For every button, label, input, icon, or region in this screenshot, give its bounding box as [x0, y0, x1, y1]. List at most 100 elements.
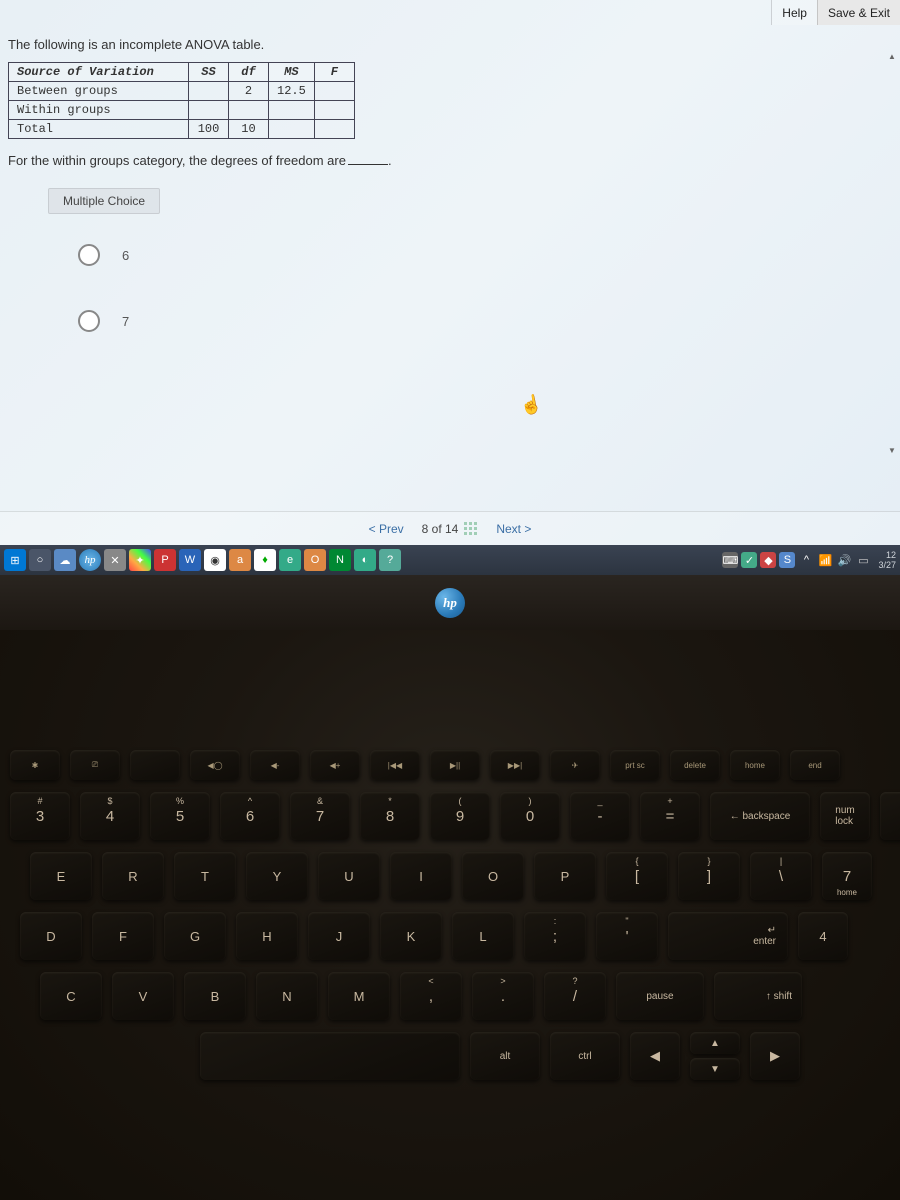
key-letter: Y	[246, 852, 308, 900]
chrome-icon[interactable]: ◉	[204, 549, 226, 571]
nav-footer: < Prev 8 of 14 Next >	[0, 511, 900, 545]
cell-ss	[189, 101, 229, 120]
key-bracket: {[	[606, 852, 668, 900]
key-number: ^6	[220, 792, 280, 840]
counter-text: 8 of 14	[422, 522, 459, 536]
help-button[interactable]: Help	[771, 0, 817, 25]
key-fn: ▶||	[430, 750, 480, 780]
next-button[interactable]: Next >	[496, 522, 531, 536]
key-letter: D	[20, 912, 82, 960]
save-exit-button[interactable]: Save & Exit	[817, 0, 900, 25]
key-letter: O	[462, 852, 524, 900]
key-period: >.	[472, 972, 534, 1020]
key-numpad: 7home	[822, 852, 872, 900]
key-fn	[130, 750, 180, 780]
key-ctrl: ctrl	[550, 1032, 620, 1080]
battery-icon[interactable]: ▭	[855, 552, 871, 568]
key-fn: ▶▶|	[490, 750, 540, 780]
key-letter: K	[380, 912, 442, 960]
key-fn: prt sc	[610, 750, 660, 780]
key-fn: ◀+	[310, 750, 360, 780]
key-arrow-down: ▼	[690, 1058, 740, 1080]
tray-icon[interactable]: ✓	[741, 552, 757, 568]
cloud-icon[interactable]: ☁	[54, 549, 76, 571]
anova-table: Source of Variation SS df MS F Between g…	[8, 62, 355, 139]
cell-f	[314, 82, 354, 101]
zxcv-row: C V B N M <, >. ?/ pause ↑ shift	[0, 972, 900, 1020]
key-number: %5	[150, 792, 210, 840]
word-icon[interactable]: W	[179, 549, 201, 571]
prev-button[interactable]: < Prev	[369, 522, 404, 536]
key-slash: /	[880, 792, 900, 840]
question-prompt: For the within groups category, the degr…	[8, 153, 892, 168]
cell-ms	[269, 101, 315, 120]
radio-icon[interactable]	[78, 244, 100, 266]
keyboard-tray-icon[interactable]: ⌨	[722, 552, 738, 568]
key-numpad: 4	[798, 912, 848, 960]
key-fn: |◀◀	[370, 750, 420, 780]
cortana-icon[interactable]: ○	[29, 549, 51, 571]
scroll-down-icon[interactable]: ▼	[886, 444, 898, 456]
cell-ms: 12.5	[269, 82, 315, 101]
option-row[interactable]: 7	[78, 310, 892, 332]
key-numlock: num lock	[820, 792, 870, 840]
key-space	[200, 1032, 460, 1080]
app-icon[interactable]: ◐	[354, 549, 376, 571]
fn-row: ✱ ⎚ ◀◯ ◀- ◀+ |◀◀ ▶|| ▶▶| ✈ prt sc delete…	[0, 750, 900, 780]
bottom-row: alt ctrl ◀ ▲ ▼ ▶	[0, 1032, 900, 1080]
amazon-icon[interactable]: a	[229, 549, 251, 571]
key-number: #3	[10, 792, 70, 840]
table-row: Between groups 2 12.5	[9, 82, 355, 101]
key-quote: "'	[596, 912, 658, 960]
key-pause: pause	[616, 972, 704, 1020]
key-number: *8	[360, 792, 420, 840]
key-fn: ✈	[550, 750, 600, 780]
key-number: $4	[80, 792, 140, 840]
volume-icon[interactable]: 🔊	[836, 552, 852, 568]
clock[interactable]: 12 3/27	[878, 550, 896, 571]
key-letter: P	[534, 852, 596, 900]
key-letter: B	[184, 972, 246, 1020]
cell-src: Total	[9, 120, 189, 139]
key-letter: L	[452, 912, 514, 960]
app-icon[interactable]: ✦	[129, 549, 151, 571]
hp-icon[interactable]: hp	[79, 549, 101, 571]
cell-f	[314, 101, 354, 120]
grid-icon[interactable]	[464, 522, 478, 536]
wifi-icon[interactable]: 📶	[817, 552, 833, 568]
office-icon[interactable]: O	[304, 549, 326, 571]
scrollbar[interactable]: ▲ ▼	[886, 50, 898, 456]
col-header-f: F	[314, 63, 354, 82]
onenote-icon[interactable]: N	[329, 549, 351, 571]
key-letter: E	[30, 852, 92, 900]
option-row[interactable]: 6	[78, 244, 892, 266]
laptop-screen: Help Save & Exit The following is an inc…	[0, 0, 900, 545]
key-fn: ✱	[10, 750, 60, 780]
key-letter: V	[112, 972, 174, 1020]
key-pipe: |\	[750, 852, 812, 900]
key-backspace: ← backspace	[710, 792, 810, 840]
tray-icon[interactable]: ◆	[760, 552, 776, 568]
powerpoint-icon[interactable]: P	[154, 549, 176, 571]
system-tray[interactable]: ⌨ ✓ ◆ S ^ 📶 🔊 ▭ 12 3/27	[722, 550, 896, 571]
help-icon[interactable]: ?	[379, 549, 401, 571]
scroll-up-icon[interactable]: ▲	[886, 50, 898, 62]
key-letter: T	[174, 852, 236, 900]
app-icon[interactable]: ♦	[254, 549, 276, 571]
radio-icon[interactable]	[78, 310, 100, 332]
edge-icon[interactable]: e	[279, 549, 301, 571]
start-icon[interactable]: ⊞	[4, 549, 26, 571]
tray-icon[interactable]: S	[779, 552, 795, 568]
key-fn: ◀◯	[190, 750, 240, 780]
table-row: Within groups	[9, 101, 355, 120]
chevron-up-icon[interactable]: ^	[798, 552, 814, 568]
laptop-bezel: hp	[0, 575, 900, 630]
key-comma: <,	[400, 972, 462, 1020]
number-row: #3 $4 %5 ^6 &7 *8 (9 )0 _- += ← backspac…	[0, 792, 900, 840]
option-label: 7	[122, 314, 129, 329]
cell-ss	[189, 82, 229, 101]
key-fn: end	[790, 750, 840, 780]
key-bracket: }]	[678, 852, 740, 900]
close-app-icon[interactable]: ✕	[104, 549, 126, 571]
cell-f	[314, 120, 354, 139]
